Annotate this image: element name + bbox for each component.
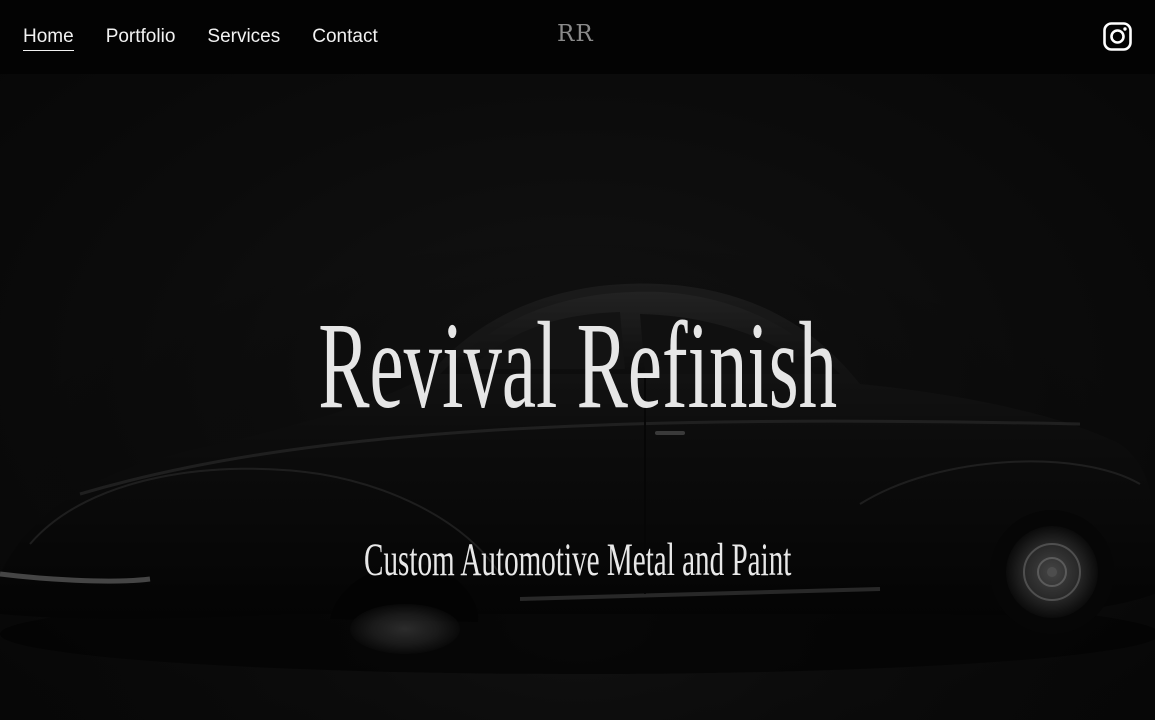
hero-title: Revival Refinish	[318, 297, 838, 434]
hero-subtitle: Custom Automotive Metal and Paint	[364, 534, 792, 586]
top-navigation-bar: Home Portfolio Services Contact RR	[0, 0, 1155, 74]
hero-section: Revival Refinish Custom Automotive Metal…	[0, 74, 1155, 720]
instagram-icon[interactable]	[1103, 22, 1132, 51]
nav-link-services[interactable]: Services	[207, 25, 280, 51]
main-nav: Home Portfolio Services Contact	[23, 25, 410, 51]
site-logo[interactable]: RR	[557, 21, 594, 47]
page: Home Portfolio Services Contact RR Reviv…	[0, 0, 1155, 720]
nav-link-contact[interactable]: Contact	[312, 25, 377, 51]
nav-link-portfolio[interactable]: Portfolio	[106, 25, 176, 51]
nav-link-home[interactable]: Home	[23, 25, 74, 51]
